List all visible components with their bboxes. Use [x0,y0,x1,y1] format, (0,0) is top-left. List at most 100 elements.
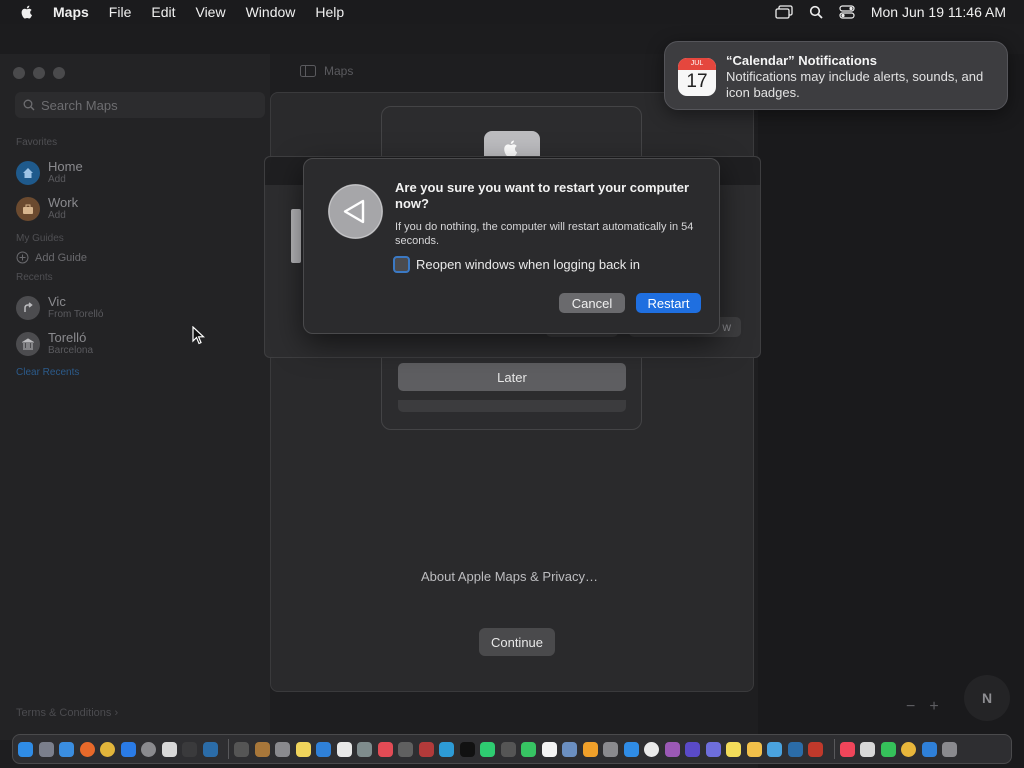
clock-icon[interactable] [644,741,659,757]
dock-app-icon[interactable] [275,741,290,757]
dock-app-icon[interactable] [808,741,823,757]
news-icon[interactable] [377,741,393,757]
calendar-app-icon: JUL 17 [678,58,716,96]
menu-edit[interactable]: Edit [151,4,175,20]
add-guide-button[interactable]: Add Guide [16,251,87,264]
calendar-icon[interactable] [541,741,557,757]
dialog-message: If you do nothing, the computer will res… [395,221,694,247]
recent-vic[interactable]: Vic From Torelló [16,295,103,321]
zoom-out-button[interactable]: − [906,698,915,716]
landmark-icon [16,332,40,356]
cancel-button[interactable]: Cancel [559,293,625,313]
later-button[interactable]: Later [398,363,626,391]
messages-icon[interactable] [521,741,536,757]
dock-app-icon[interactable] [562,741,577,757]
recent-torello[interactable]: Torelló Barcelona [16,331,93,357]
screen-mirroring-icon[interactable] [775,5,793,19]
zoom-in-button[interactable]: + [929,698,938,716]
photos-icon[interactable] [901,741,916,757]
favorite-work[interactable]: Work Add [16,196,78,222]
dictionary-icon[interactable] [418,741,434,757]
dock-app-icon[interactable] [480,741,495,757]
close-window-button[interactable] [13,67,25,79]
menu-file[interactable]: File [109,4,132,20]
about-apple-maps-privacy-link[interactable]: About Apple Maps & Privacy… [421,569,598,584]
reopen-windows-label: Reopen windows when logging back in [416,257,641,272]
menu-window[interactable]: Window [246,4,296,20]
directions-arrow-icon [16,296,40,320]
terms-and-conditions-link[interactable]: Terms & Conditions › [16,707,118,719]
calculator-icon[interactable] [603,741,618,757]
search-maps-field[interactable]: Search Maps [15,92,265,118]
dock-app-icon[interactable] [705,741,721,757]
briefcase-icon [16,197,40,221]
clear-recents-link[interactable]: Clear Recents [16,367,79,378]
dock-separator [228,739,229,759]
dock-separator [833,739,835,759]
finder-icon[interactable] [18,741,33,757]
map-zoom-controls: − + [906,698,939,716]
home-icon [16,161,40,185]
sidebar-toggle-icon[interactable] [300,65,316,77]
dock-app-icon[interactable] [254,741,270,757]
menu-view[interactable]: View [195,4,225,20]
apple-tv-icon[interactable] [459,741,475,757]
favorite-home[interactable]: Home Add [16,160,83,186]
menu-bar: Maps File Edit View Window Help Mon Jun … [0,0,1024,24]
update-secondary-button[interactable] [398,400,626,412]
notification-body: Notifications may include alerts, sounds… [726,69,984,100]
favorites-heading: Favorites [16,137,58,148]
script-editor-icon[interactable] [161,741,177,757]
compass-button[interactable]: N [964,675,1010,721]
launchpad-icon[interactable] [38,741,54,757]
notes-icon[interactable] [295,741,311,757]
stickies-icon[interactable] [726,741,741,757]
search-icon [23,99,35,111]
notification-title: “Calendar” Notifications [726,53,877,68]
dock-app-icon[interactable] [921,741,937,757]
menu-app-name[interactable]: Maps [53,4,89,20]
zoom-window-button[interactable] [53,67,65,79]
home-app-icon[interactable] [746,741,762,757]
trash-icon[interactable] [942,741,957,757]
music-icon[interactable] [839,741,855,757]
vscode-icon[interactable] [202,741,218,757]
dock-app-icon[interactable] [439,741,454,757]
dock-app-icon[interactable] [787,741,803,757]
reminders-icon[interactable] [336,741,352,757]
control-center-icon[interactable] [839,5,855,19]
plus-circle-icon [16,251,29,264]
apple-menu-icon[interactable] [19,4,35,20]
dock-app-icon[interactable] [357,741,372,757]
search-placeholder: Search Maps [41,97,118,113]
dock-app-icon[interactable] [316,741,331,757]
facetime-icon[interactable] [880,741,896,757]
dock-app-icon[interactable] [234,741,249,757]
books-icon[interactable] [582,741,598,757]
dock-app-icon[interactable] [398,741,413,757]
restart-confirmation-dialog: Are you sure you want to restart your co… [303,158,720,334]
menubar-clock[interactable]: Mon Jun 19 11:46 AM [871,4,1006,20]
restart-button[interactable]: Restart [636,293,701,313]
app-store-icon[interactable] [120,741,136,757]
reopen-windows-checkbox-row[interactable]: Reopen windows when logging back in [393,256,640,273]
minimize-window-button[interactable] [33,67,45,79]
system-settings-icon[interactable] [141,741,156,757]
reopen-windows-checkbox[interactable] [393,256,410,273]
my-guides-heading: My Guides [16,233,64,244]
dock-app-icon[interactable] [623,741,639,757]
continue-button[interactable]: Continue [479,628,555,656]
dock [12,734,1012,764]
dock-app-icon[interactable] [685,741,700,757]
safari-icon[interactable] [59,741,74,757]
terminal-icon[interactable] [182,741,197,757]
chrome-icon[interactable] [100,741,115,757]
firefox-icon[interactable] [79,741,95,757]
dock-app-icon[interactable] [767,741,782,757]
menu-help[interactable]: Help [315,4,344,20]
spotlight-search-icon[interactable] [809,5,823,19]
calendar-notification[interactable]: JUL 17 “Calendar” Notifications Notifica… [664,41,1008,110]
dock-app-icon[interactable] [500,741,516,757]
dock-app-icon[interactable] [860,741,875,757]
podcasts-icon[interactable] [664,741,680,757]
